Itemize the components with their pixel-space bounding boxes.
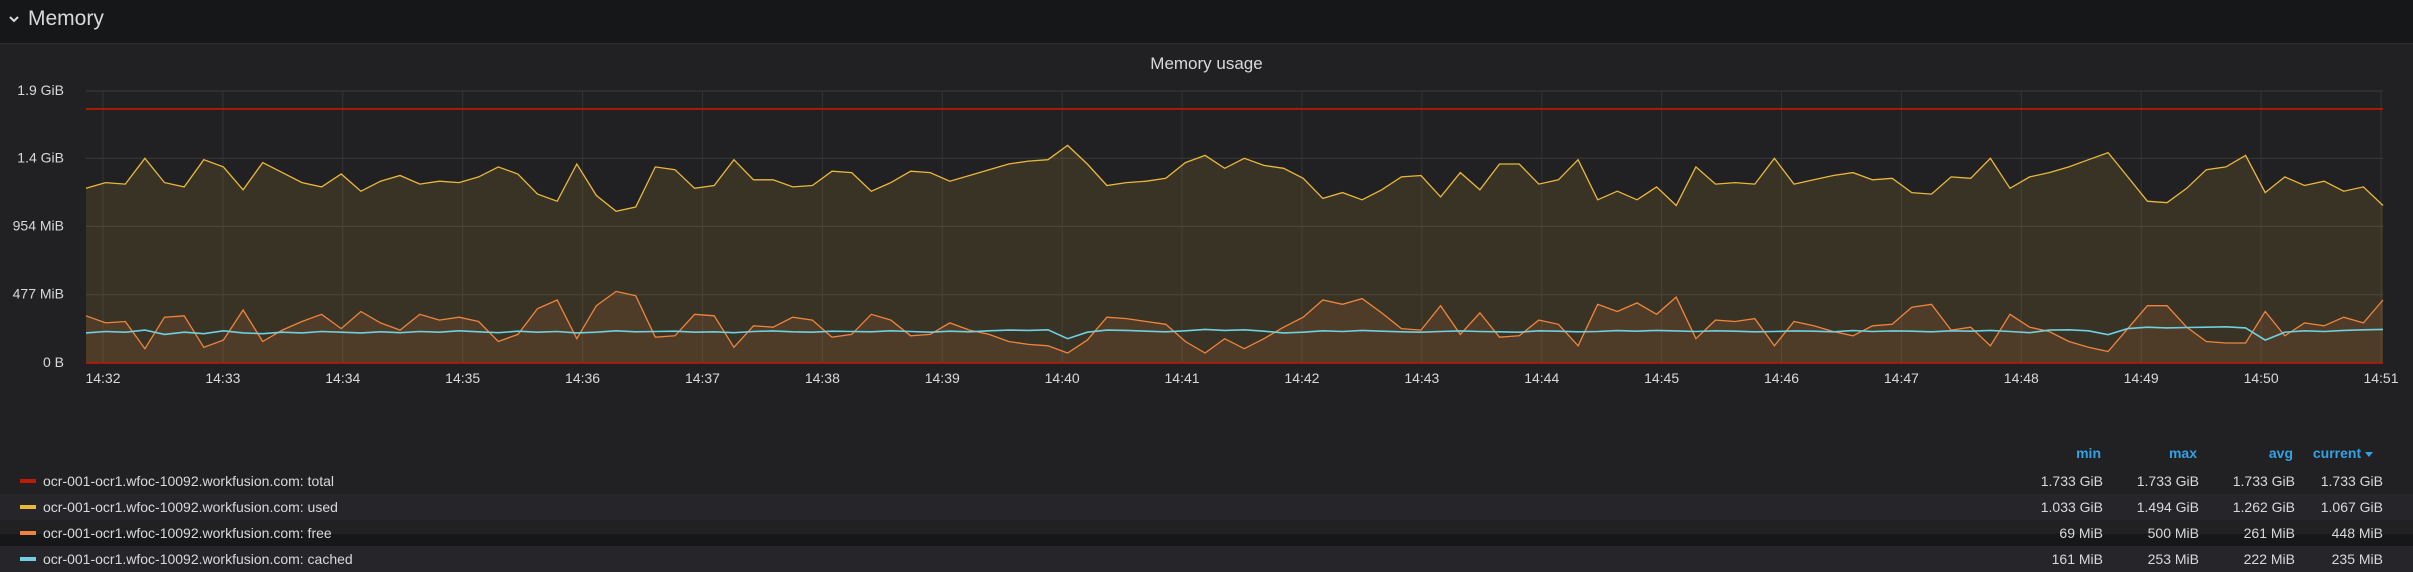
x-tick-label: 14:51	[2363, 370, 2398, 386]
legend-value-min: 1.033 GiB	[2040, 499, 2103, 515]
legend-col-max[interactable]: max	[2137, 445, 2197, 461]
legend-col-current-label: current	[2312, 445, 2362, 461]
legend-col-avg[interactable]: avg	[2233, 445, 2293, 461]
legend-item[interactable]: ocr-001-ocr1.wfoc-10092.workfusion.com: …	[0, 494, 2413, 520]
x-tick-label: 14:35	[445, 370, 480, 386]
legend-item[interactable]: ocr-001-ocr1.wfoc-10092.workfusion.com: …	[0, 520, 2413, 546]
x-tick-label: 14:38	[805, 370, 840, 386]
legend-series-name[interactable]: ocr-001-ocr1.wfoc-10092.workfusion.com: …	[43, 473, 334, 489]
x-tick-label: 14:49	[2124, 370, 2159, 386]
x-tick-label: 14:36	[565, 370, 600, 386]
legend-swatch[interactable]	[20, 479, 36, 483]
legend-swatch[interactable]	[20, 531, 36, 535]
x-tick-label: 14:37	[685, 370, 720, 386]
x-tick-label: 14:47	[1884, 370, 1919, 386]
legend-item[interactable]: ocr-001-ocr1.wfoc-10092.workfusion.com: …	[0, 546, 2413, 572]
y-tick-label: 0 B	[43, 354, 64, 370]
legend-value-current: 1.733 GiB	[2320, 473, 2383, 489]
legend-item[interactable]: ocr-001-ocr1.wfoc-10092.workfusion.com: …	[0, 468, 2413, 494]
x-tick-label: 14:34	[325, 370, 360, 386]
legend-swatch[interactable]	[20, 557, 36, 561]
x-tick-label: 14:50	[2244, 370, 2279, 386]
legend-value-avg: 261 MiB	[2243, 525, 2295, 541]
legend-col-min[interactable]: min	[2041, 445, 2101, 461]
legend-series-name[interactable]: ocr-001-ocr1.wfoc-10092.workfusion.com: …	[43, 551, 353, 567]
sort-desc-icon	[2365, 452, 2373, 458]
x-tick-label: 14:32	[85, 370, 120, 386]
legend-value-min: 69 MiB	[2059, 525, 2103, 541]
x-tick-label: 14:43	[1404, 370, 1439, 386]
x-tick-label: 14:46	[1764, 370, 1799, 386]
x-tick-label: 14:42	[1284, 370, 1319, 386]
x-tick-label: 14:45	[1644, 370, 1679, 386]
memory-usage-chart[interactable]: 1.9 GiB 1.4 GiB 954 MiB 477 MiB 0 B 14:32 14:3…	[0, 44, 2413, 424]
legend-series-name[interactable]: ocr-001-ocr1.wfoc-10092.workfusion.com: …	[43, 499, 338, 515]
x-tick-label: 14:39	[925, 370, 960, 386]
y-tick-label: 954 MiB	[13, 217, 64, 233]
legend-value-max: 500 MiB	[2147, 525, 2199, 541]
x-tick-label: 14:40	[1045, 370, 1080, 386]
legend-value-min: 161 MiB	[2051, 551, 2103, 567]
legend-value-current: 235 MiB	[2331, 551, 2383, 567]
x-tick-label: 14:44	[1524, 370, 1559, 386]
legend-value-avg: 222 MiB	[2243, 551, 2295, 567]
legend-series-name[interactable]: ocr-001-ocr1.wfoc-10092.workfusion.com: …	[43, 525, 332, 541]
memory-usage-panel: Memory usage 1.9 GiB 1.4 GiB 954 MiB 477 Mi…	[0, 43, 2413, 572]
legend-value-max: 1.733 GiB	[2136, 473, 2199, 489]
legend-header: min max avg current	[2003, 442, 2383, 464]
y-tick-label: 477 MiB	[13, 286, 64, 302]
chevron-down-icon[interactable]	[7, 12, 21, 26]
x-tick-label: 14:48	[2004, 370, 2039, 386]
legend-value-current: 448 MiB	[2331, 525, 2383, 541]
x-tick-label: 14:33	[205, 370, 240, 386]
x-tick-label: 14:41	[1165, 370, 1200, 386]
legend-value-avg: 1.733 GiB	[2232, 473, 2295, 489]
legend-value-current: 1.067 GiB	[2320, 499, 2383, 515]
legend-swatch[interactable]	[20, 505, 36, 509]
legend-value-max: 1.494 GiB	[2136, 499, 2199, 515]
y-tick-label: 1.4 GiB	[17, 149, 64, 165]
legend-value-max: 253 MiB	[2147, 551, 2199, 567]
row-header[interactable]: Memory	[0, 0, 2413, 38]
y-tick-label: 1.9 GiB	[17, 82, 64, 98]
legend-col-current[interactable]: current	[2303, 445, 2373, 461]
legend-value-min: 1.733 GiB	[2040, 473, 2103, 489]
legend-value-avg: 1.262 GiB	[2232, 499, 2295, 515]
row-title[interactable]: Memory	[28, 7, 104, 31]
